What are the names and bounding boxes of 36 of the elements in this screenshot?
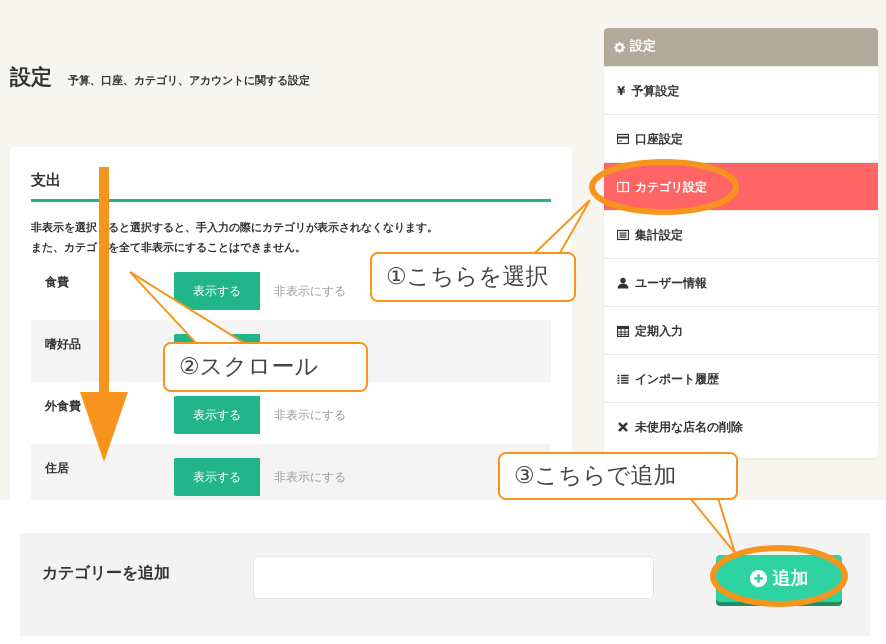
menu-item[interactable]: ユーザー情報 [604,258,878,306]
menu-title: 設定 [630,38,656,56]
calendar-icon [617,324,629,336]
menu-item[interactable]: 定期入力 [604,306,878,354]
list-icon [617,372,629,384]
page-subtitle: 予算、口座、カテゴリ、アカウントに関する設定 [68,73,310,89]
show-button[interactable]: 表示する [174,458,260,496]
category-input-field[interactable] [253,556,654,599]
show-button[interactable]: 表示する [174,272,260,310]
hide-button[interactable]: 非表示にする [260,458,360,496]
add-category-label: カテゴリーを追加 [42,562,171,584]
hide-button[interactable]: 非表示にする [260,396,360,434]
columns-icon [617,180,629,192]
close-icon [617,420,629,432]
note-text: また、カテゴ [31,240,97,256]
page-title: 設定 [10,64,52,91]
menu-item[interactable]: インポート履歴 [604,354,878,402]
note-text: ると選択すると、手入力の際にカテゴリが表示されなくなります。 [108,220,438,236]
callout-tooltip: ②スクロール [163,342,368,392]
show-button[interactable]: 表示する [174,396,260,434]
menu-item[interactable]: カテゴリ設定 [604,162,878,210]
plus-circle-icon [750,570,766,587]
note-text: を全て非表示にすることはできません。 [108,240,306,256]
user-icon [617,276,629,288]
category-name: 外食費 [45,398,82,415]
credit-card-icon [617,132,629,144]
category-name: 嗜好品 [45,336,82,353]
hide-button[interactable]: 非表示にする [260,272,360,310]
menu-item[interactable]: ¥ 予算設定 [604,66,878,114]
list-panel-icon [617,228,629,240]
menu-item[interactable]: 未使用な店名の削除 [604,402,878,450]
category-name: 住居 [45,460,70,477]
note-text: 非表示を選択 [31,220,97,236]
gear-icon [614,42,625,52]
category-name: 食費 [45,274,70,291]
menu-item[interactable]: 集計設定 [604,210,878,258]
